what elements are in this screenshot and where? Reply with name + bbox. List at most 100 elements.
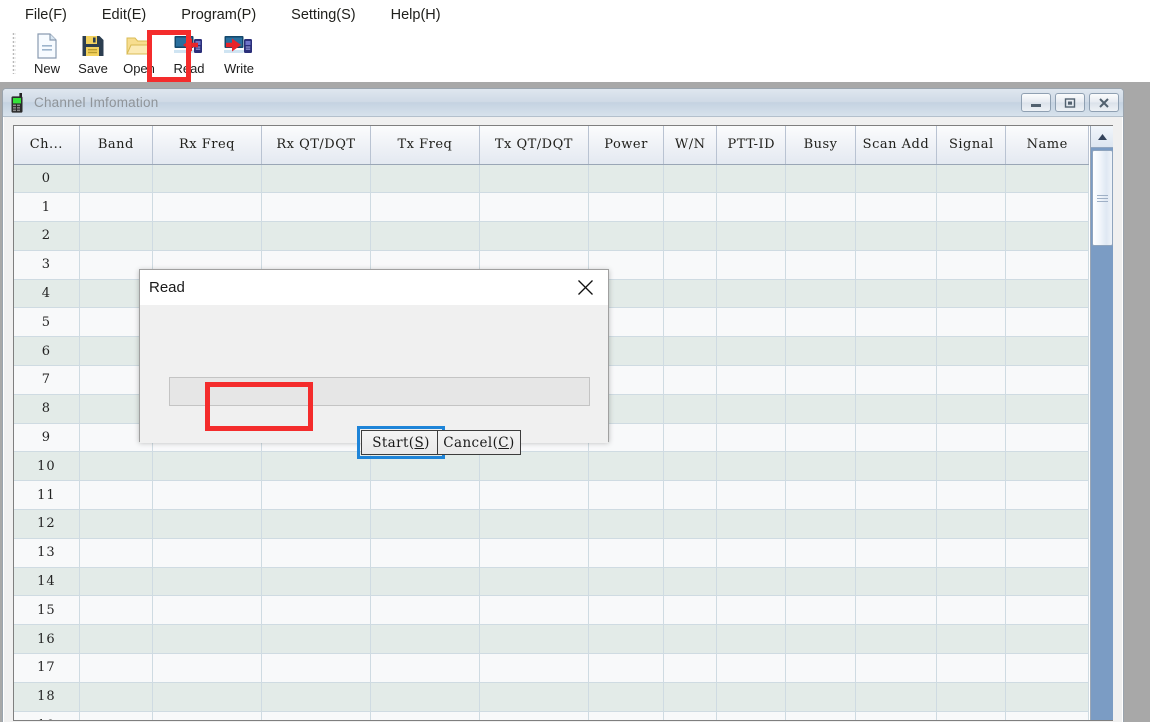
table-cell[interactable] (716, 567, 787, 597)
table-cell[interactable] (479, 653, 589, 683)
table-cell[interactable] (936, 279, 1007, 309)
toolbar-button-new[interactable]: New (24, 30, 70, 78)
table-cell[interactable] (716, 653, 787, 683)
table-cell[interactable] (588, 164, 665, 194)
toolbar-button-write[interactable]: Write (216, 30, 262, 78)
table-cell[interactable] (79, 653, 154, 683)
table-cell[interactable] (152, 221, 262, 251)
table-cell-channel-index[interactable]: 16 (14, 624, 80, 655)
table-cell[interactable] (479, 567, 589, 597)
table-cell[interactable] (79, 480, 154, 511)
table-cell[interactable] (716, 682, 787, 712)
table-cell[interactable] (1005, 307, 1089, 338)
table-cell[interactable] (855, 307, 938, 338)
table-row[interactable]: 13 (14, 538, 1089, 568)
table-cell[interactable] (588, 595, 665, 626)
minimize-icon[interactable] (1021, 93, 1051, 112)
table-row[interactable]: 17 (14, 653, 1089, 683)
table-cell[interactable] (152, 682, 262, 712)
table-cell[interactable] (261, 567, 371, 597)
table-cell[interactable] (936, 653, 1007, 683)
table-cell[interactable] (479, 538, 589, 568)
table-cell[interactable] (152, 595, 262, 626)
table-cell[interactable] (716, 192, 787, 223)
table-cell[interactable] (479, 509, 589, 539)
table-cell[interactable] (588, 624, 665, 655)
table-cell[interactable] (936, 451, 1007, 482)
table-cell[interactable] (936, 394, 1007, 424)
table-row[interactable]: 16 (14, 624, 1089, 655)
table-cell[interactable] (479, 451, 589, 482)
table-cell-channel-index[interactable]: 0 (14, 164, 80, 194)
table-row[interactable]: 14 (14, 567, 1089, 597)
table-cell[interactable] (1005, 567, 1089, 597)
read-dialog-title-bar[interactable]: Read (140, 270, 608, 305)
table-cell[interactable] (261, 164, 371, 194)
table-cell[interactable] (588, 451, 665, 482)
table-cell[interactable] (479, 164, 589, 194)
table-row[interactable]: 0 (14, 164, 1089, 194)
scroll-up-arrow-icon[interactable] (1091, 126, 1113, 148)
table-cell[interactable] (936, 509, 1007, 539)
table-cell[interactable] (479, 480, 589, 511)
table-cell[interactable] (663, 509, 718, 539)
table-cell[interactable] (1005, 221, 1089, 251)
table-cell[interactable] (152, 480, 262, 511)
table-row[interactable]: 1 (14, 192, 1089, 223)
toolbar-drag-handle[interactable] (12, 32, 16, 74)
table-cell[interactable] (936, 682, 1007, 712)
table-cell[interactable] (79, 221, 154, 251)
table-cell[interactable] (152, 164, 262, 194)
table-cell[interactable] (785, 250, 856, 280)
start-button[interactable]: Start(S) (357, 426, 445, 459)
table-cell[interactable] (1005, 509, 1089, 539)
table-cell[interactable] (716, 509, 787, 539)
table-cell[interactable] (261, 682, 371, 712)
table-cell[interactable] (785, 279, 856, 309)
table-cell[interactable] (370, 192, 480, 223)
table-cell[interactable] (479, 595, 589, 626)
table-cell[interactable] (663, 221, 718, 251)
menu-item-edit[interactable]: Edit(E) (91, 4, 157, 26)
table-cell-channel-index[interactable]: 6 (14, 336, 80, 367)
table-cell[interactable] (79, 451, 154, 482)
table-cell[interactable] (588, 480, 665, 511)
table-cell[interactable] (588, 538, 665, 568)
column-header-busy[interactable]: Busy (785, 126, 856, 165)
table-cell[interactable] (370, 711, 480, 720)
table-cell[interactable] (1005, 336, 1089, 367)
restore-icon[interactable] (1055, 93, 1085, 112)
table-cell[interactable] (663, 192, 718, 223)
table-cell[interactable] (261, 480, 371, 511)
vertical-scrollbar[interactable] (1090, 126, 1113, 720)
table-cell[interactable] (152, 711, 262, 720)
table-cell[interactable] (855, 682, 938, 712)
table-cell[interactable] (785, 365, 856, 395)
table-cell-channel-index[interactable]: 15 (14, 595, 80, 626)
table-cell[interactable] (261, 509, 371, 539)
table-cell[interactable] (785, 567, 856, 597)
table-cell[interactable] (716, 423, 787, 453)
table-cell[interactable] (936, 250, 1007, 280)
table-cell[interactable] (1005, 423, 1089, 453)
column-header-scan-add[interactable]: Scan Add (855, 126, 938, 165)
table-cell[interactable] (79, 595, 154, 626)
table-cell[interactable] (479, 711, 589, 720)
table-cell[interactable] (261, 192, 371, 223)
table-cell[interactable] (716, 624, 787, 655)
table-cell[interactable] (588, 682, 665, 712)
table-cell[interactable] (261, 451, 371, 482)
table-cell-channel-index[interactable]: 14 (14, 567, 80, 597)
table-row[interactable]: 12 (14, 509, 1089, 539)
table-cell[interactable] (1005, 624, 1089, 655)
table-cell[interactable] (785, 509, 856, 539)
table-cell[interactable] (1005, 451, 1089, 482)
menu-item-file[interactable]: File(F) (14, 4, 78, 26)
table-cell[interactable] (716, 451, 787, 482)
table-cell[interactable] (785, 221, 856, 251)
table-cell[interactable] (936, 480, 1007, 511)
table-cell[interactable] (785, 624, 856, 655)
table-cell[interactable] (785, 653, 856, 683)
table-cell-channel-index[interactable]: 2 (14, 221, 80, 251)
table-cell-channel-index[interactable]: 19 (14, 711, 80, 720)
